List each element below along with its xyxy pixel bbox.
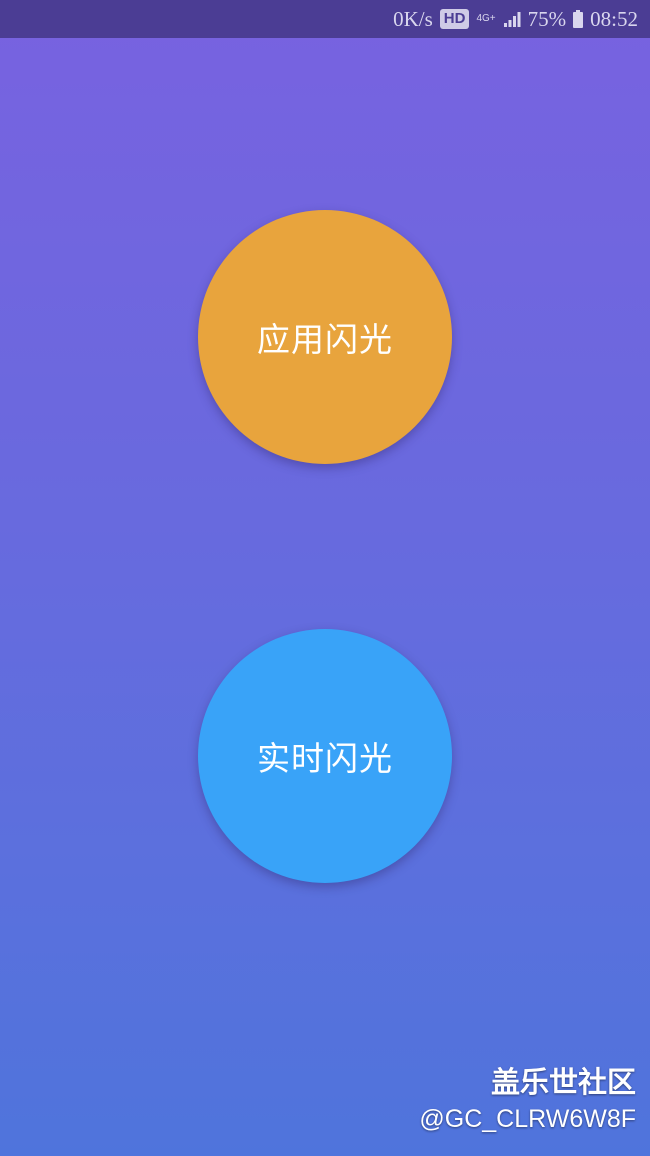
battery-icon (573, 10, 584, 28)
apply-flash-button[interactable]: 应用闪光 (198, 210, 452, 464)
signal-icon (503, 10, 521, 28)
status-bar: 0K/s HD 4G+ 75% 08:52 (0, 0, 650, 38)
realtime-flash-button[interactable]: 实时闪光 (198, 629, 452, 883)
clock: 08:52 (590, 6, 638, 31)
hd-badge: HD (439, 9, 470, 29)
apply-flash-label: 应用闪光 (257, 320, 393, 359)
battery-percent: 75% (527, 6, 567, 31)
realtime-flash-label: 实时闪光 (257, 739, 393, 778)
watermark: 盖乐世社区 @GC_CLRW6W8F (419, 1064, 636, 1136)
network-type-icon: 4G+ (476, 13, 496, 24)
network-speed: 0K/s (393, 6, 433, 31)
watermark-user: @GC_CLRW6W8F (419, 1105, 636, 1133)
watermark-title: 盖乐世社区 (490, 1067, 636, 1099)
